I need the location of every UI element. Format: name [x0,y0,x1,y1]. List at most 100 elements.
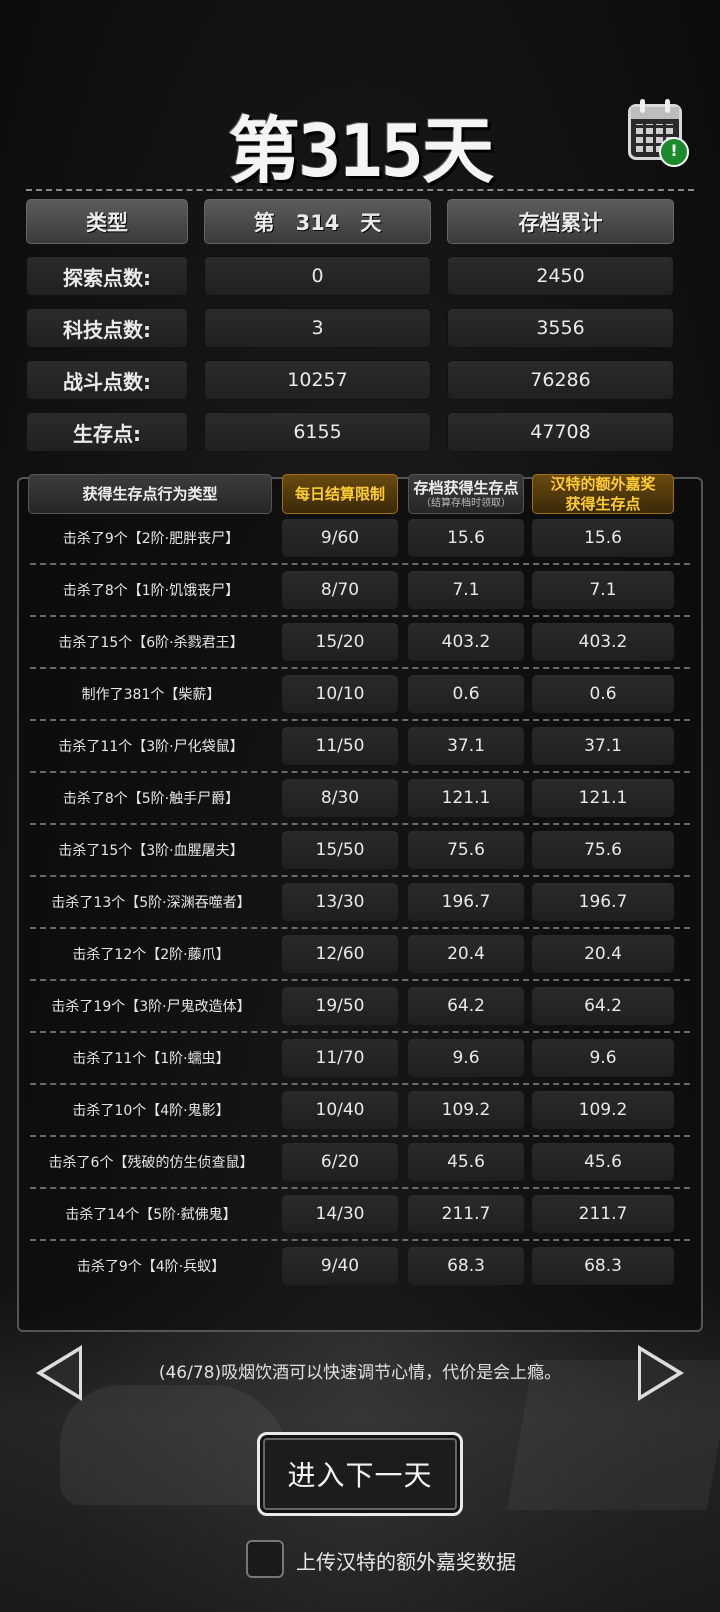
row-save: 15.6 [408,519,524,557]
summary-total-value: 3556 [447,308,674,348]
summary-day-value: 3 [204,308,431,348]
row-action: 击杀了14个【5阶·弑佛鬼】 [65,1207,237,1223]
row-divider [30,1031,690,1033]
row-bonus: 7.1 [532,571,674,609]
row-save: 196.7 [408,883,524,921]
row-action: 制作了381个【柴薪】 [81,687,221,703]
row-limit: 8/70 [282,571,398,609]
summary-label: 战斗点数: [26,360,188,400]
row-save: 403.2 [408,623,524,661]
row-bonus: 109.2 [532,1091,674,1129]
row-action: 击杀了11个【3阶·尸化袋鼠】 [58,739,244,755]
row-bonus: 15.6 [532,519,674,557]
row-limit: 10/10 [282,675,398,713]
row-action: 击杀了11个【1阶·蠕虫】 [72,1051,230,1067]
summary-label: 生存点: [26,412,188,452]
col-header-action-text: 获得生存点行为类型 [82,485,218,503]
row-action: 击杀了10个【4阶·鬼影】 [72,1103,230,1119]
row-bonus: 403.2 [532,623,674,661]
row-save: 68.3 [408,1247,524,1285]
row-bonus: 68.3 [532,1247,674,1285]
row-divider [30,1135,690,1137]
row-bonus: 9.6 [532,1039,674,1077]
row-save: 109.2 [408,1091,524,1129]
summary-header-type: 类型 [26,199,188,244]
row-divider [30,979,690,981]
divider [26,189,694,191]
col-header-save-subtext: （结算存档时领取） [421,498,511,509]
next-day-button[interactable]: 进入下一天 [257,1432,463,1516]
calendar-ring [665,99,670,113]
summary-total-value: 47708 [447,412,674,452]
row-save: 121.1 [408,779,524,817]
row-divider [30,875,690,877]
row-limit: 9/40 [282,1247,398,1285]
row-action: 击杀了13个【5阶·深渊吞噬者】 [51,895,251,911]
summary-header-total: 存档累计 [447,199,674,244]
row-bonus: 64.2 [532,987,674,1025]
row-divider [30,563,690,565]
upload-label: 上传汉特的额外嘉奖数据 [296,1550,516,1574]
row-limit: 12/60 [282,935,398,973]
alert-icon: ! [659,137,689,167]
row-save: 0.6 [408,675,524,713]
row-action: 击杀了9个【2阶·肥胖丧尸】 [62,531,240,547]
row-action: 击杀了6个【残破的仿生侦查鼠】 [48,1155,254,1171]
row-action: 击杀了12个【2阶·藤爪】 [72,947,230,963]
row-limit: 19/50 [282,987,398,1025]
col-header-limit: 每日结算限制 [282,474,398,514]
tip-text: (46/78)吸烟饮酒可以快速调节心情，代价是会上瘾。 [158,1363,562,1383]
calendar-header [631,107,679,119]
row-save: 64.2 [408,987,524,1025]
row-bonus: 20.4 [532,935,674,973]
row-action: 击杀了8个【1阶·饥饿丧尸】 [62,583,240,599]
arrow-left-icon[interactable] [36,1345,82,1401]
row-save: 37.1 [408,727,524,765]
summary-total-value: 76286 [447,360,674,400]
col-header-save-text: 存档获得生存点 [413,479,519,497]
row-bonus: 75.6 [532,831,674,869]
row-limit: 11/70 [282,1039,398,1077]
row-save: 20.4 [408,935,524,973]
summary-header-day: 第 314 天 [204,199,431,244]
row-limit: 8/30 [282,779,398,817]
row-action: 击杀了9个【4阶·兵蚁】 [76,1259,226,1275]
row-bonus: 37.1 [532,727,674,765]
arrow-right-icon[interactable] [638,1345,684,1401]
row-action: 击杀了19个【3阶·尸鬼改造体】 [51,999,251,1015]
col-header-bonus: 汉特的额外嘉奖 获得生存点 [532,474,674,514]
day-title: 第315天 [227,109,494,193]
col-header-limit-text: 每日结算限制 [294,485,385,503]
row-save: 7.1 [408,571,524,609]
row-limit: 13/30 [282,883,398,921]
row-save: 75.6 [408,831,524,869]
col-header-bonus-line1: 汉特的额外嘉奖 [550,475,656,493]
row-divider [30,1083,690,1085]
col-header-bonus-line2: 获得生存点 [565,495,641,513]
row-bonus: 196.7 [532,883,674,921]
row-save: 9.6 [408,1039,524,1077]
row-divider [30,1187,690,1189]
row-limit: 9/60 [282,519,398,557]
row-divider [30,615,690,617]
col-header-save: 存档获得生存点 （结算存档时领取） [408,474,524,514]
upload-checkbox[interactable] [246,1540,284,1578]
wrecked-car-silhouette [60,1385,290,1505]
row-bonus: 45.6 [532,1143,674,1181]
row-limit: 15/20 [282,623,398,661]
row-bonus: 211.7 [532,1195,674,1233]
row-save: 211.7 [408,1195,524,1233]
row-divider [30,1239,690,1241]
row-limit: 11/50 [282,727,398,765]
summary-label: 探索点数: [26,256,188,296]
summary-day-value: 6155 [204,412,431,452]
row-limit: 6/20 [282,1143,398,1181]
row-limit: 15/50 [282,831,398,869]
row-action: 击杀了15个【3阶·血腥屠夫】 [58,843,244,859]
row-action: 击杀了8个【5阶·触手尸爵】 [62,791,240,807]
summary-label: 科技点数: [26,308,188,348]
summary-day-value: 0 [204,256,431,296]
calendar-ring [640,99,645,113]
calendar-alert-icon[interactable]: ! [628,99,689,167]
row-limit: 14/30 [282,1195,398,1233]
